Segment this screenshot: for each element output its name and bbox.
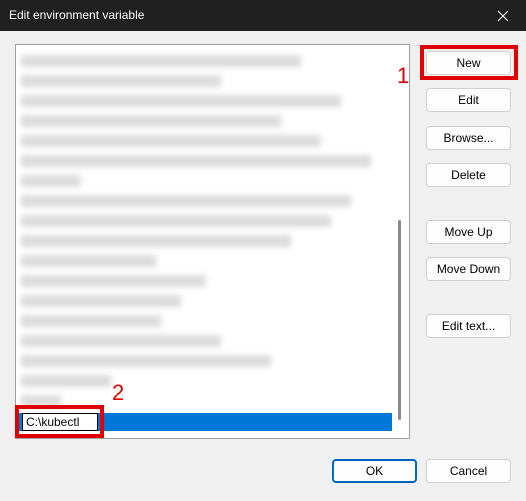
- cancel-button[interactable]: Cancel: [426, 459, 511, 483]
- list-item[interactable]: [21, 115, 281, 127]
- list-item[interactable]: [21, 355, 271, 367]
- annotation-marker-1: 1: [397, 63, 410, 88]
- list-item[interactable]: [21, 55, 301, 67]
- title-bar: Edit environment variable: [0, 0, 526, 31]
- new-button[interactable]: New: [426, 51, 511, 75]
- list-item[interactable]: [21, 375, 111, 387]
- move-up-button[interactable]: Move Up: [426, 220, 511, 244]
- list-item[interactable]: [21, 255, 156, 267]
- delete-button[interactable]: Delete: [426, 163, 511, 187]
- close-icon: [497, 10, 509, 21]
- close-button[interactable]: [480, 0, 526, 31]
- list-item[interactable]: [21, 295, 181, 307]
- list-item[interactable]: [21, 155, 371, 167]
- list-item[interactable]: [21, 395, 61, 407]
- list-item[interactable]: [21, 235, 291, 247]
- list-item[interactable]: [21, 275, 206, 287]
- list-item[interactable]: [21, 175, 81, 187]
- list-item[interactable]: [21, 335, 221, 347]
- edit-button[interactable]: Edit: [426, 88, 511, 112]
- browse-button[interactable]: Browse...: [426, 126, 511, 150]
- ok-button[interactable]: OK: [332, 459, 417, 483]
- list-item[interactable]: [21, 315, 161, 327]
- list-item[interactable]: [21, 75, 221, 87]
- vertical-scrollbar[interactable]: [398, 220, 401, 420]
- window-title: Edit environment variable: [9, 8, 145, 22]
- move-down-button[interactable]: Move Down: [426, 257, 511, 281]
- path-list[interactable]: [15, 44, 410, 439]
- list-item[interactable]: [21, 195, 351, 207]
- edit-text-button[interactable]: Edit text...: [426, 314, 511, 338]
- list-item[interactable]: [21, 135, 321, 147]
- path-edit-input[interactable]: C:\kubectl: [22, 413, 98, 431]
- list-item[interactable]: [21, 215, 331, 227]
- annotation-marker-2: 2: [112, 380, 125, 405]
- list-item[interactable]: [21, 95, 341, 107]
